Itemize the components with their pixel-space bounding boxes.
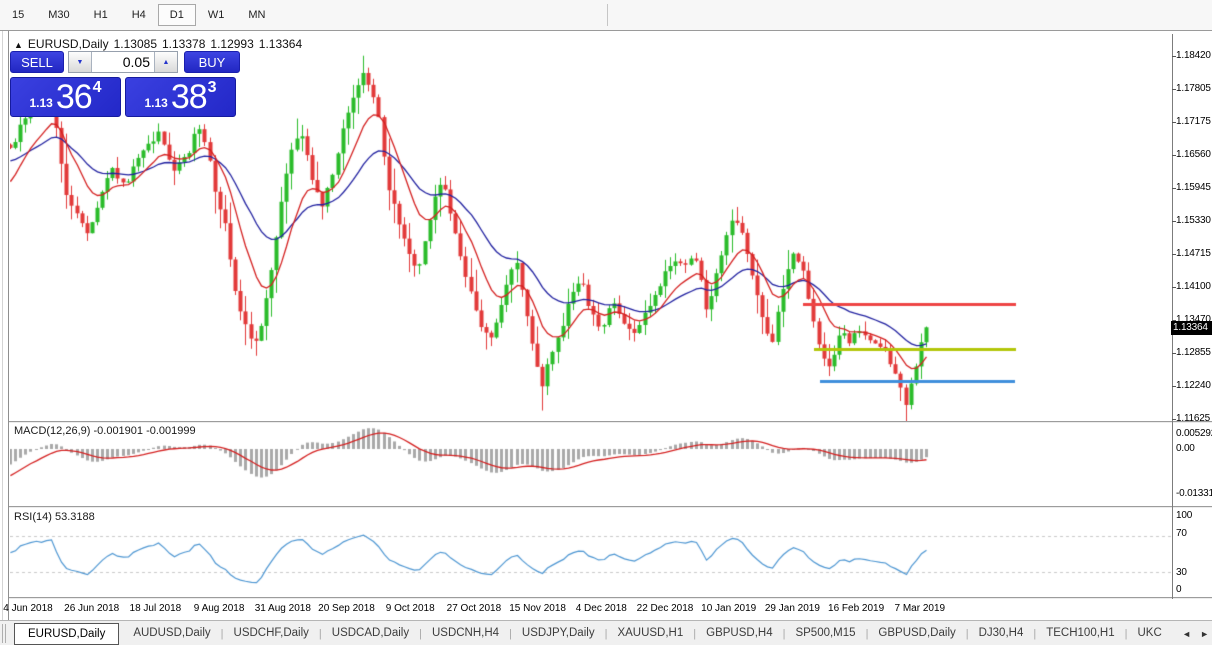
chart-marker-icon: ▲ bbox=[14, 40, 23, 50]
chart-symbol-label: EURUSD,Daily bbox=[27, 37, 109, 51]
macd-label: MACD(12,26,9) -0.001901 -0.001999 bbox=[14, 425, 196, 437]
date-tick-label: 22 Dec 2018 bbox=[636, 603, 694, 614]
price-tick-label: 1.15330 bbox=[1176, 215, 1211, 226]
ohlc-close: 1.13364 bbox=[258, 37, 303, 51]
ohlc-open: 1.13085 bbox=[113, 37, 157, 51]
panel-splitter[interactable] bbox=[9, 506, 1212, 508]
timeframe-w1[interactable]: W1 bbox=[196, 4, 237, 26]
timeframe-15[interactable]: 15 bbox=[0, 4, 36, 26]
rsi-axis-label: 70 bbox=[1176, 528, 1187, 539]
price-tick-label: 1.17805 bbox=[1176, 83, 1211, 94]
window-edge bbox=[2, 31, 3, 621]
date-tick-label: 31 Aug 2018 bbox=[254, 603, 311, 614]
sell-price-big: 36 bbox=[55, 77, 93, 116]
tab-dj30-h4[interactable]: DJ30,H4 bbox=[969, 622, 1034, 645]
price-tick-label: 1.11625 bbox=[1176, 413, 1211, 424]
date-tick-label: 10 Jan 2019 bbox=[701, 603, 757, 614]
macd-axis-label: 0.00 bbox=[1176, 443, 1195, 454]
tab-ukc[interactable]: UKC bbox=[1127, 622, 1171, 645]
buy-price-big: 38 bbox=[170, 77, 208, 116]
tabbar-grip bbox=[2, 624, 3, 643]
tab-gbpusd-daily[interactable]: GBPUSD,Daily bbox=[868, 622, 965, 645]
chart-title: ▲ EURUSD,Daily 1.13085 1.13378 1.12993 1.1336… bbox=[14, 37, 307, 51]
sell-price-pip: 4 bbox=[92, 79, 102, 96]
tab-usdjpy-daily[interactable]: USDJPY,Daily bbox=[512, 622, 605, 645]
timeframe-h1[interactable]: H1 bbox=[82, 4, 120, 26]
tab-xauusd-h1[interactable]: XAUUSD,H1 bbox=[607, 622, 693, 645]
price-tick-label: 1.14100 bbox=[1176, 281, 1211, 292]
date-tick-label: 7 Mar 2019 bbox=[894, 603, 946, 614]
date-tick-label: 29 Jan 2019 bbox=[764, 603, 820, 614]
price-tick-label: 1.18420 bbox=[1176, 50, 1211, 61]
sell-price-button[interactable]: 1.13 36 4 bbox=[10, 77, 121, 117]
date-tick-label: 9 Aug 2018 bbox=[193, 603, 245, 614]
sell-price-prefix: 1.13 bbox=[29, 96, 53, 110]
tab-gbpusd-h4[interactable]: GBPUSD,H4 bbox=[696, 622, 782, 645]
tab-eurusd-daily[interactable]: EURUSD,Daily bbox=[14, 622, 120, 645]
chart-window[interactable]: ▲ EURUSD,Daily 1.13085 1.13378 1.12993 1.1336… bbox=[0, 30, 1212, 621]
panel-splitter bbox=[9, 597, 1212, 599]
price-tick-label: 1.16560 bbox=[1176, 149, 1211, 160]
date-tick-label: 4 Dec 2018 bbox=[575, 603, 627, 614]
price-tick-label: 1.17175 bbox=[1176, 116, 1211, 127]
price-tick-label: 1.12240 bbox=[1176, 380, 1211, 391]
date-tick-label: 16 Feb 2019 bbox=[828, 603, 885, 614]
toolbar-separator bbox=[607, 4, 609, 26]
rsi-axis-label: 0 bbox=[1176, 584, 1182, 595]
panel-splitter[interactable] bbox=[9, 421, 1212, 423]
date-tick-label: 20 Sep 2018 bbox=[318, 603, 375, 614]
volume-stepper: ▼ ▲ bbox=[68, 51, 178, 73]
date-tick-label: 26 Jun 2018 bbox=[64, 603, 120, 614]
date-tick-label: 4 Jun 2018 bbox=[3, 603, 53, 614]
macd-axis-label: -0.01331 bbox=[1176, 488, 1212, 499]
tab-sp500-m15[interactable]: SP500,M15 bbox=[785, 622, 865, 645]
date-tick-label: 27 Oct 2018 bbox=[446, 603, 502, 614]
tab-audusd-daily[interactable]: AUDUSD,Daily bbox=[123, 622, 220, 645]
tab-usdchf-daily[interactable]: USDCHF,Daily bbox=[224, 622, 319, 645]
price-axis-border bbox=[1172, 34, 1173, 599]
rsi-axis-label: 100 bbox=[1176, 510, 1193, 521]
timeframe-toolbar: 15 M30 H1 H4 D1 W1 MN bbox=[0, 0, 1212, 31]
timeframe-m30[interactable]: M30 bbox=[36, 4, 81, 26]
volume-decrease-button[interactable]: ▼ bbox=[69, 52, 92, 72]
buy-price-prefix: 1.13 bbox=[144, 96, 168, 110]
mt4-terminal: 15 M30 H1 H4 D1 W1 MN ▲ EURUSD,Daily 1.13085 1.13… bbox=[0, 0, 1212, 645]
price-tick-label: 1.15945 bbox=[1176, 182, 1211, 193]
timeframe-d1[interactable]: D1 bbox=[157, 4, 196, 26]
tab-scroll-left-icon[interactable]: ◄ bbox=[1182, 629, 1191, 639]
rsi-indicator-canvas[interactable] bbox=[10, 508, 1172, 598]
rsi-axis-label: 30 bbox=[1176, 567, 1187, 578]
ohlc-high: 1.13378 bbox=[162, 37, 206, 51]
timeframe-h4[interactable]: H4 bbox=[120, 4, 158, 26]
buy-price-pip: 3 bbox=[207, 79, 217, 96]
tab-tech100-h1[interactable]: TECH100,H1 bbox=[1036, 622, 1124, 645]
tab-scroll-arrows: ◄ ► bbox=[1176, 621, 1209, 645]
tab-usdcnh-h4[interactable]: USDCNH,H4 bbox=[422, 622, 509, 645]
price-tick-label: 1.14715 bbox=[1176, 248, 1211, 259]
tab-usdcad-daily[interactable]: USDCAD,Daily bbox=[322, 622, 419, 645]
macd-axis-label: 0.005292 bbox=[1176, 428, 1212, 439]
rsi-label: RSI(14) 53.3188 bbox=[14, 511, 95, 523]
window-edge bbox=[8, 31, 9, 621]
buy-button[interactable]: BUY bbox=[184, 51, 240, 73]
chart-tab-bar: EURUSD,Daily AUDUSD,Daily | USDCHF,Daily | US… bbox=[0, 620, 1212, 645]
volume-increase-button[interactable]: ▲ bbox=[154, 52, 177, 72]
date-tick-label: 15 Nov 2018 bbox=[509, 603, 566, 614]
date-tick-label: 9 Oct 2018 bbox=[385, 603, 435, 614]
sell-button[interactable]: SELL bbox=[10, 51, 64, 73]
current-price-badge: 1.13364 bbox=[1171, 321, 1212, 335]
buy-price-button[interactable]: 1.13 38 3 bbox=[125, 77, 236, 117]
volume-input[interactable] bbox=[92, 52, 154, 72]
tab-scroll-right-icon[interactable]: ► bbox=[1200, 629, 1209, 639]
ohlc-low: 1.12993 bbox=[210, 37, 254, 51]
timeframe-mn[interactable]: MN bbox=[236, 4, 277, 26]
date-tick-label: 18 Jul 2018 bbox=[129, 603, 182, 614]
one-click-trading-panel: SELL ▼ ▲ BUY 1.13 36 4 1.13 38 3 bbox=[10, 51, 240, 119]
price-tick-label: 1.12855 bbox=[1176, 347, 1211, 358]
